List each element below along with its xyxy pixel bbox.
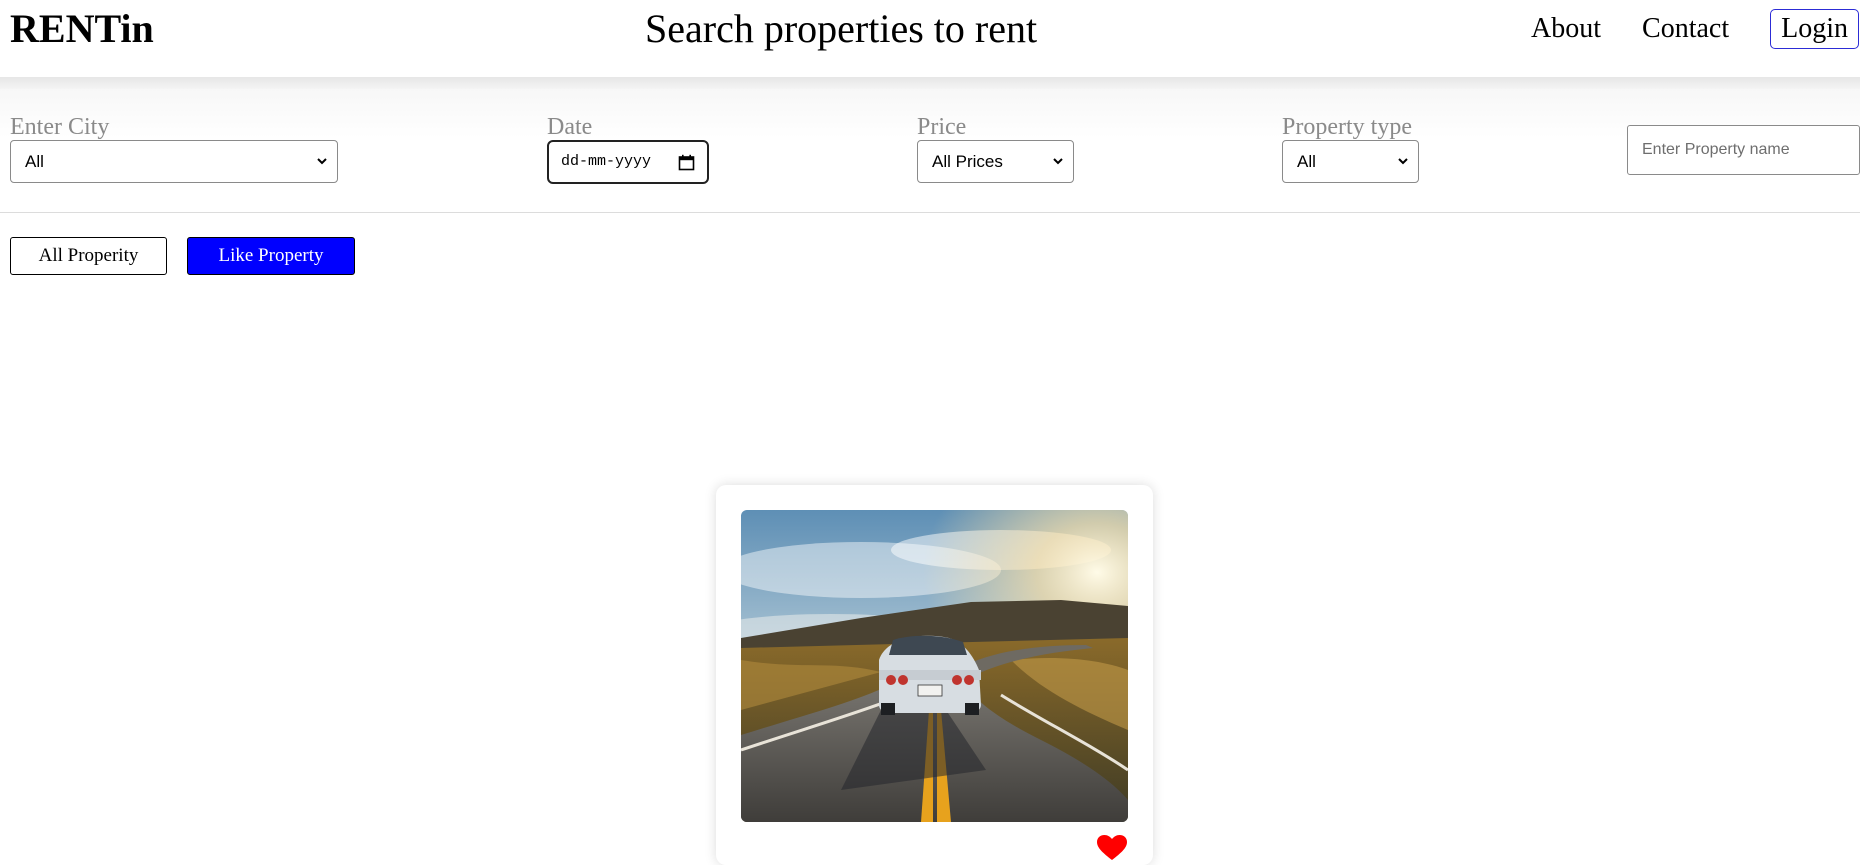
all-property-button[interactable]: All Properity — [10, 237, 167, 275]
date-input[interactable]: dd-mm-yyyy — [547, 140, 709, 184]
property-type-filter-label: Property type — [1282, 114, 1412, 140]
property-type-filter: Property type All — [1282, 114, 1419, 183]
top-header: RENTin Search properties to rent About C… — [0, 0, 1860, 77]
heart-icon[interactable] — [1097, 835, 1127, 861]
page-title: Search properties to rent — [645, 6, 1038, 51]
city-filter: Enter City All — [10, 114, 338, 183]
city-filter-label: Enter City — [10, 114, 110, 140]
city-select-value: All — [25, 152, 44, 171]
site-logo[interactable]: RENTin — [10, 6, 154, 52]
price-filter-label: Price — [917, 114, 967, 140]
chevron-down-icon — [317, 158, 327, 165]
header-divider — [0, 77, 1860, 89]
filter-bar: Enter City All Date dd-mm-yyyy Price All… — [0, 89, 1860, 213]
price-select-value: All Prices — [932, 152, 1003, 171]
chevron-down-icon — [1053, 158, 1063, 165]
city-select[interactable]: All — [10, 140, 338, 183]
nav-about-link[interactable]: About — [1531, 9, 1601, 49]
nav-contact-link[interactable]: Contact — [1642, 9, 1729, 49]
property-type-select-value: All — [1297, 152, 1316, 171]
like-property-button[interactable]: Like Property — [187, 237, 355, 275]
property-card[interactable] — [716, 485, 1153, 865]
price-filter: Price All Prices — [917, 114, 1074, 183]
property-image[interactable] — [741, 510, 1128, 822]
property-name-search-input[interactable] — [1627, 125, 1860, 175]
date-filter-label: Date — [547, 114, 593, 140]
chevron-down-icon — [1398, 158, 1408, 165]
property-type-select[interactable]: All — [1282, 140, 1419, 183]
price-select[interactable]: All Prices — [917, 140, 1074, 183]
date-filter: Date dd-mm-yyyy — [547, 114, 709, 184]
login-button[interactable]: Login — [1770, 9, 1859, 49]
calendar-icon[interactable] — [678, 154, 695, 171]
top-nav: About Contact Login — [1531, 9, 1860, 49]
date-input-value: dd-mm-yyyy — [561, 153, 652, 170]
